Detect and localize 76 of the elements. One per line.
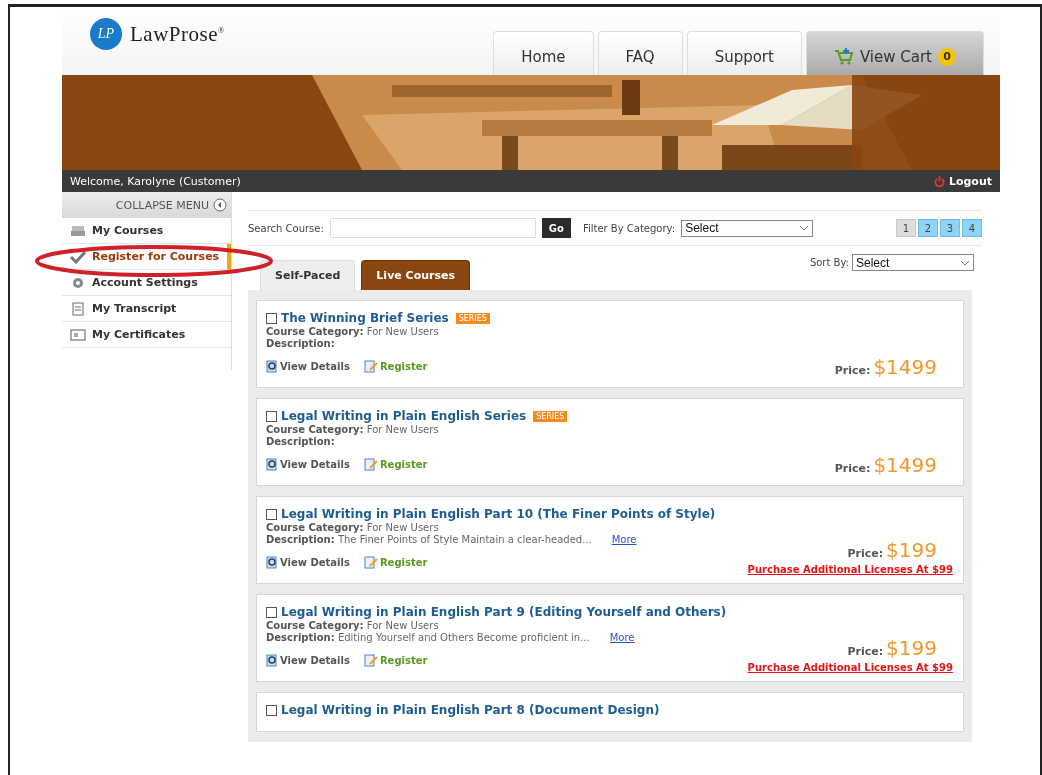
chevron-down-icon <box>960 259 970 266</box>
sidebar-item[interactable]: My Transcript <box>62 296 231 322</box>
nav-tab[interactable]: View Cart 0 <box>805 31 984 75</box>
series-badge: SERIES <box>455 312 490 324</box>
search-label: Search Course: <box>248 222 324 234</box>
power-icon <box>933 175 945 187</box>
course-description: Description: Editing Yourself and Others Become proficient in... <box>266 632 590 643</box>
course-title[interactable]: Legal Writing in Plain English Series <box>281 409 527 423</box>
pencil-document-icon <box>363 654 379 667</box>
logout-link[interactable]: Logout <box>933 174 992 188</box>
books-icon <box>70 223 86 238</box>
course-category: Course Category: For New Users <box>266 326 439 337</box>
course-title[interactable]: Legal Writing in Plain English Part 8 (Document Design) <box>281 703 660 717</box>
course-tab[interactable]: Live Courses <box>361 260 471 290</box>
nav-tab[interactable]: Support <box>686 31 802 75</box>
page-button[interactable]: 4 <box>962 219 982 237</box>
sidebar-item[interactable]: My Courses <box>62 218 231 244</box>
view-details-link[interactable]: View Details <box>266 654 350 667</box>
sort-label: Sort By: <box>809 257 849 268</box>
more-link[interactable]: More <box>611 534 637 545</box>
course-title[interactable]: Legal Writing in Plain English Part 10 (The Finer Points of Style) <box>281 507 716 521</box>
view-details-link[interactable]: View Details <box>266 458 350 471</box>
magnifier-icon <box>266 654 279 667</box>
magnifier-icon <box>266 556 279 569</box>
course-checkbox[interactable] <box>266 312 277 324</box>
certificate-icon <box>70 327 86 342</box>
nav-tab[interactable]: Home <box>493 31 594 75</box>
course-description: Description: <box>266 436 335 447</box>
course-description: Description: <box>266 338 335 349</box>
page-button[interactable]: 1 <box>896 219 916 237</box>
course-tab[interactable]: Self-Paced <box>260 260 356 290</box>
course-price: Price:$1499 <box>834 453 937 477</box>
checkmark-icon <box>70 249 86 264</box>
course-checkbox[interactable] <box>266 508 277 520</box>
more-link[interactable]: More <box>609 632 635 643</box>
course-checkbox[interactable] <box>266 606 277 618</box>
cart-icon <box>833 47 854 66</box>
logo-text: LawProse$^{®}$ <box>130 21 225 47</box>
course-category: Course Category: For New Users <box>266 522 439 533</box>
go-button[interactable]: Go <box>541 218 571 238</box>
magnifier-icon <box>266 360 279 373</box>
license-link[interactable]: Purchase Additional Licenses At $99 <box>747 564 953 575</box>
pencil-document-icon <box>363 360 379 373</box>
welcome-text: Welcome, Karolyne (Customer) <box>70 174 241 188</box>
page-button[interactable]: 3 <box>940 219 960 237</box>
magnifier-icon <box>266 458 279 471</box>
course-checkbox[interactable] <box>266 410 277 422</box>
collapse-menu-button[interactable]: COLLAPSE MENU <box>62 192 231 218</box>
course-title[interactable]: Legal Writing in Plain English Part 9 (Editing Yourself and Others) <box>281 605 727 619</box>
course-price: Price:$1499 <box>834 355 937 379</box>
cart-count-badge: 0 <box>938 47 956 66</box>
course-price: Price:$199 <box>847 636 937 660</box>
sidebar-item[interactable]: Account Settings <box>62 270 231 296</box>
course-category: Course Category: For New Users <box>266 424 439 435</box>
course-checkbox[interactable] <box>266 704 277 716</box>
page-button[interactable]: 2 <box>918 219 938 237</box>
chevron-down-icon <box>799 225 810 231</box>
sidebar-item[interactable]: My Certificates <box>62 322 231 348</box>
course-title[interactable]: The Winning Brief Series <box>281 311 449 325</box>
category-select[interactable]: Select <box>681 219 814 237</box>
course-price: Price:$199 <box>847 538 937 562</box>
view-details-link[interactable]: View Details <box>266 360 350 373</box>
gear-icon <box>70 275 86 290</box>
course-category: Course Category: For New Users <box>266 620 439 631</box>
series-badge: SERIES <box>533 410 568 422</box>
nav-tab[interactable]: FAQ <box>597 31 683 75</box>
filter-label: Filter By Category: <box>582 222 676 234</box>
logo-icon: LP <box>90 18 122 50</box>
document-icon <box>70 301 86 316</box>
pencil-document-icon <box>363 556 379 569</box>
view-details-link[interactable]: View Details <box>266 556 350 569</box>
pencil-document-icon <box>363 458 379 471</box>
course-description: Description: The Finer Points of Style Maintain a clear-headed... <box>266 534 592 545</box>
license-link[interactable]: Purchase Additional Licenses At $99 <box>747 662 953 673</box>
search-field[interactable] <box>329 218 536 238</box>
sort-select[interactable]: Select <box>852 254 974 271</box>
